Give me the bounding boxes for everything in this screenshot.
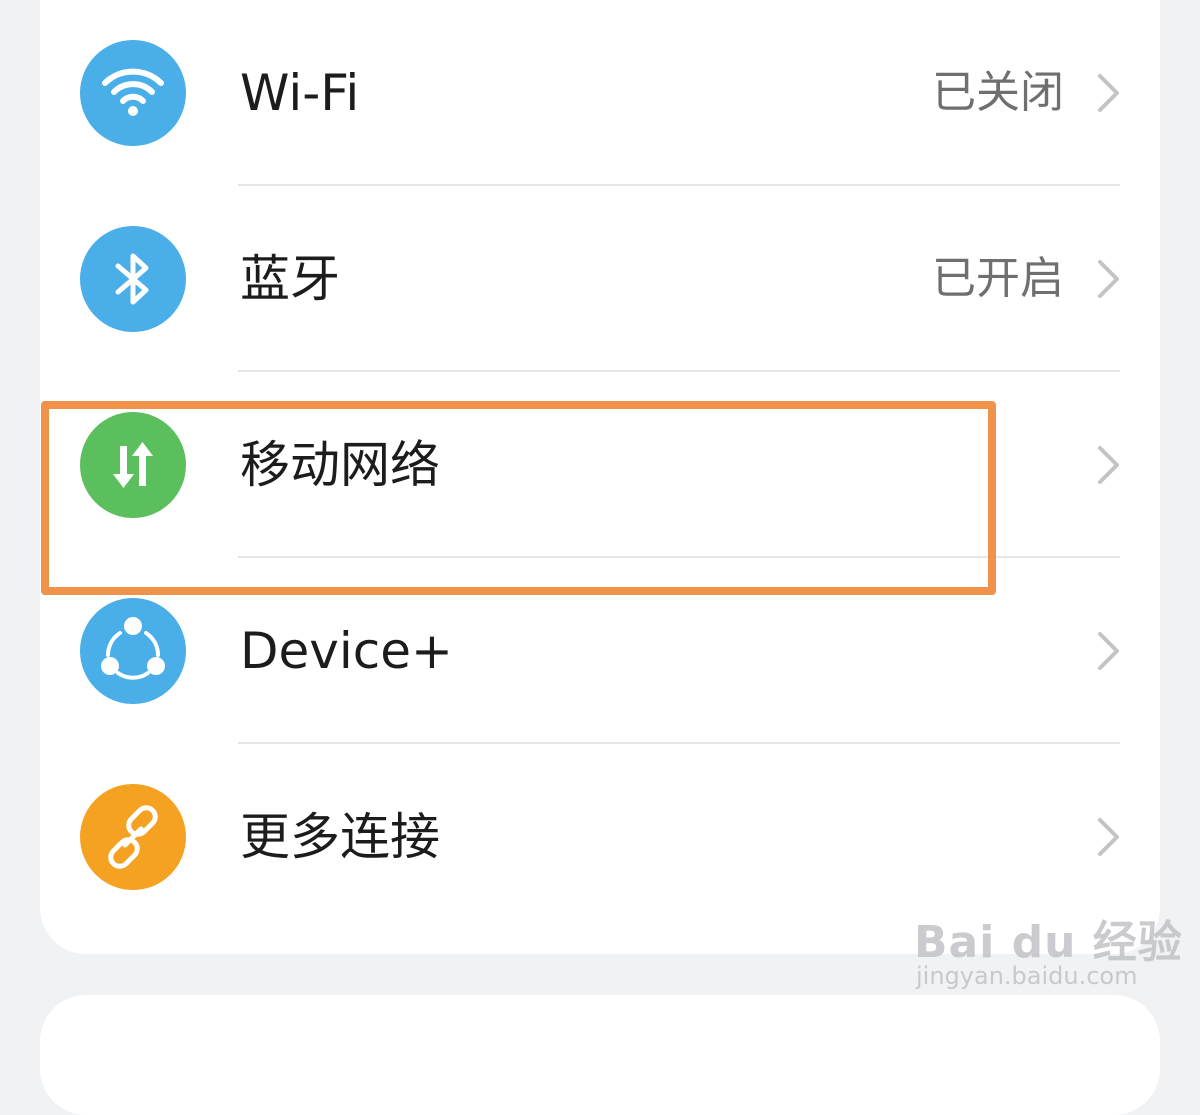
chevron-right-icon <box>1098 632 1119 670</box>
chevron-right-icon <box>1098 260 1119 298</box>
next-settings-card <box>40 995 1160 1115</box>
settings-item-bluetooth[interactable]: 蓝牙 已开启 <box>40 186 1160 372</box>
baidu-jingyan-watermark: Bai du 经验 jingyan.baidu.com <box>914 906 1182 996</box>
device-plus-icon <box>80 598 186 704</box>
wifi-label: Wi-Fi <box>240 64 360 122</box>
bluetooth-icon <box>80 226 186 332</box>
watermark-url: jingyan.baidu.com <box>916 962 1138 990</box>
link-icon <box>80 784 186 890</box>
chevron-right-icon <box>1098 74 1119 112</box>
bluetooth-label: 蓝牙 <box>240 250 340 308</box>
settings-item-more-connections[interactable]: 更多连接 <box>40 744 1160 930</box>
wifi-icon <box>80 40 186 146</box>
settings-item-wifi[interactable]: Wi-Fi 已关闭 <box>40 0 1160 186</box>
watermark-logo: Bai du 经验 <box>914 917 1183 968</box>
bluetooth-status: 已开启 <box>932 253 1064 304</box>
wifi-status: 已关闭 <box>932 67 1064 118</box>
chevron-right-icon <box>1098 818 1119 856</box>
chevron-right-icon <box>1098 446 1119 484</box>
highlight-annotation-box <box>41 401 996 595</box>
more-connections-label: 更多连接 <box>240 808 440 866</box>
